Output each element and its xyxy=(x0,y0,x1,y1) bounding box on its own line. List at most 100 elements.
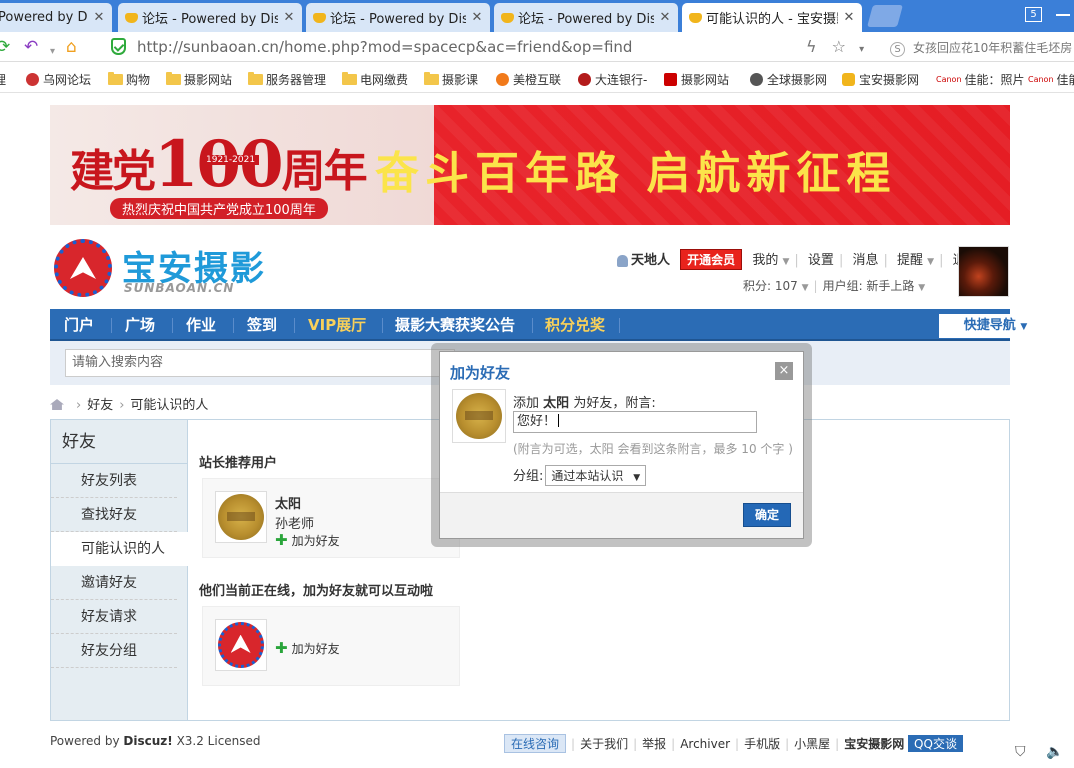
bookmark-item[interactable]: 全球摄影网 xyxy=(750,71,827,88)
sidebar-item-people-you-may-know[interactable]: 可能认识的人 xyxy=(51,532,188,566)
browser-tab[interactable]: 论坛 - Powered by Dis ✕ xyxy=(306,3,490,32)
bookmark-item[interactable]: 乌网论坛 xyxy=(26,71,91,88)
browser-tab[interactable]: 论坛 - Powered by Dis ✕ xyxy=(494,3,678,32)
shield-icon[interactable]: ⛉ xyxy=(1015,744,1026,760)
message-input[interactable]: 您好！ xyxy=(513,411,757,433)
nav-points-redeem[interactable]: 积分兑奖 xyxy=(545,309,605,341)
site-logo[interactable]: 宝安摄影 SUNBAOAN.CN xyxy=(54,239,284,299)
bookmark-label: 宝安摄影网 xyxy=(859,73,920,87)
user-group-link[interactable]: 用户组: 新手上路 xyxy=(823,279,915,293)
footer-link-mobile[interactable]: 手机版 xyxy=(744,737,780,751)
chevron-down-icon[interactable]: ▼ xyxy=(802,283,809,293)
user-card: 太阳 孙老师 ✚ 加为好友 xyxy=(202,478,460,558)
bookmark-item[interactable]: 理 xyxy=(0,71,6,88)
menu-settings[interactable]: 设置 xyxy=(808,253,834,268)
qq-chat-button[interactable]: QQ交谈 xyxy=(908,735,963,752)
group-select[interactable]: 通过本站认识 ▼ xyxy=(545,465,647,486)
url-field[interactable]: http://sunbaoan.cn/home.php?mod=spacecp&… xyxy=(137,38,632,56)
dialog-prefix: 添加 xyxy=(513,396,540,411)
breadcrumb-current[interactable]: 可能认识的人 xyxy=(130,398,208,413)
breadcrumb-friends[interactable]: 好友 xyxy=(87,398,113,413)
bookmark-item[interactable]: Canon佳能 xyxy=(1028,71,1074,88)
user-avatar[interactable] xyxy=(215,491,267,543)
home-icon[interactable]: ⌂ xyxy=(66,37,77,57)
close-icon[interactable]: ✕ xyxy=(842,10,856,25)
chevron-down-icon[interactable]: ▾ xyxy=(50,42,55,62)
sidebar-item-invite-friends[interactable]: 邀请好友 xyxy=(51,566,177,600)
bookmark-folder[interactable]: 电网缴费 xyxy=(342,71,408,88)
chevron-down-icon[interactable]: ▼ xyxy=(927,257,934,267)
bookmark-label: 佳能：照片 xyxy=(964,73,1025,87)
footer-link-site[interactable]: 宝安摄影网 xyxy=(844,737,904,751)
undo-icon[interactable]: ↶ xyxy=(24,37,38,57)
close-icon[interactable]: ✕ xyxy=(282,10,296,25)
browser-tab-bar: Powered by Dis ✕ 论坛 - Powered by Dis ✕ 论… xyxy=(0,0,1074,32)
speaker-icon[interactable]: 🔈 xyxy=(1046,744,1063,760)
nav-checkin[interactable]: 签到 xyxy=(247,309,277,341)
close-icon[interactable]: × xyxy=(775,362,793,380)
window-count-badge[interactable]: 5 xyxy=(1025,7,1042,22)
footer-link-about[interactable]: 关于我们 xyxy=(580,737,628,751)
browser-tab[interactable]: Powered by Dis ✕ xyxy=(0,3,112,32)
sidebar-item-friend-list[interactable]: 好友列表 xyxy=(51,464,177,498)
menu-my[interactable]: 我的 xyxy=(752,253,778,268)
user-avatar[interactable] xyxy=(958,246,1009,297)
bookmark-item[interactable]: Canon 佳能：照片 xyxy=(936,71,1025,88)
lightning-icon[interactable]: ϟ xyxy=(806,37,817,56)
banner[interactable]: 建党100周年 1921-2021 热烈庆祝中国共产党成立100周年 奋斗百年路… xyxy=(50,105,1010,225)
chevron-down-icon[interactable]: ▾ xyxy=(859,44,864,55)
quick-nav-button[interactable]: 快捷导航 ▼ xyxy=(939,314,1052,338)
chevron-down-icon[interactable]: ▼ xyxy=(918,283,925,293)
discuz-link[interactable]: Discuz! xyxy=(123,734,172,748)
user-avatar[interactable] xyxy=(215,619,267,671)
search-input[interactable]: 请输入搜索内容 xyxy=(65,349,455,377)
browser-tab[interactable]: 论坛 - Powered by Dis ✕ xyxy=(118,3,302,32)
add-friend-label: 加为好友 xyxy=(291,534,340,548)
bookmark-folder[interactable]: 摄影课 xyxy=(424,71,478,88)
nav-plaza[interactable]: 广场 xyxy=(125,309,155,341)
star-icon[interactable]: ☆ xyxy=(832,37,846,56)
close-icon[interactable]: ✕ xyxy=(92,10,106,25)
menu-notifications[interactable]: 提醒 xyxy=(897,253,923,268)
search-suggestion[interactable]: S 女孩回应花10年积蓄住毛坯房 xyxy=(890,39,1072,57)
nav-divider xyxy=(233,318,234,333)
new-tab-button[interactable] xyxy=(867,5,903,27)
user-card-name[interactable]: 太阳 xyxy=(275,493,301,512)
vip-button[interactable]: 开通会员 xyxy=(680,249,743,270)
close-icon[interactable]: ✕ xyxy=(470,10,484,25)
tab-title: 论坛 - Powered by Dis xyxy=(330,12,466,27)
nav-vip-gallery[interactable]: VIP展厅 xyxy=(308,309,366,341)
nav-homework[interactable]: 作业 xyxy=(186,309,216,341)
bookmark-folder[interactable]: 摄影网站 xyxy=(166,71,232,88)
bookmark-folder[interactable]: 购物 xyxy=(108,71,150,88)
minimize-icon[interactable] xyxy=(1056,14,1070,16)
username-link[interactable]: 天地人 xyxy=(631,253,670,268)
forum-favicon-icon xyxy=(124,10,139,25)
menu-messages[interactable]: 消息 xyxy=(852,253,878,268)
close-icon[interactable]: ✕ xyxy=(658,10,672,25)
nav-portal[interactable]: 门户 xyxy=(64,309,94,341)
refresh-icon[interactable]: ⟳ xyxy=(0,37,10,57)
home-icon[interactable] xyxy=(50,399,64,410)
bookmark-folder[interactable]: 服务器管理 xyxy=(248,71,326,88)
sidebar-item-friend-groups[interactable]: 好友分组 xyxy=(51,634,177,668)
security-shield-icon[interactable] xyxy=(111,38,126,55)
add-friend-button[interactable]: ✚ 加为好友 xyxy=(275,639,340,657)
footer-link-report[interactable]: 举报 xyxy=(642,737,666,751)
add-friend-button[interactable]: ✚ 加为好友 xyxy=(275,531,340,549)
chevron-down-icon[interactable]: ▼ xyxy=(782,257,789,267)
bookmark-item[interactable]: 宝安摄影网 xyxy=(842,71,919,88)
search-hint-text: 女孩回应花10年积蓄住毛坯房 xyxy=(913,41,1073,55)
footer-link-archiver[interactable]: Archiver xyxy=(680,737,730,751)
nav-contest-awards[interactable]: 摄影大赛获奖公告 xyxy=(395,309,515,341)
sidebar-item-friend-requests[interactable]: 好友请求 xyxy=(51,600,177,634)
browser-tab-active[interactable]: 可能认识的人 - 宝安摄影 ✕ xyxy=(682,3,862,32)
bookmark-item[interactable]: 摄影网站 xyxy=(664,71,729,88)
footer-link-blackroom[interactable]: 小黑屋 xyxy=(794,737,830,751)
points-link[interactable]: 积分: 107 xyxy=(743,279,798,293)
bookmark-item[interactable]: 大连银行- xyxy=(578,71,647,88)
online-consult-button[interactable]: 在线咨询 xyxy=(504,734,567,753)
bookmark-item[interactable]: 美橙互联 xyxy=(496,71,561,88)
confirm-button[interactable]: 确定 xyxy=(743,503,791,527)
sidebar-item-find-friends[interactable]: 查找好友 xyxy=(51,498,177,532)
